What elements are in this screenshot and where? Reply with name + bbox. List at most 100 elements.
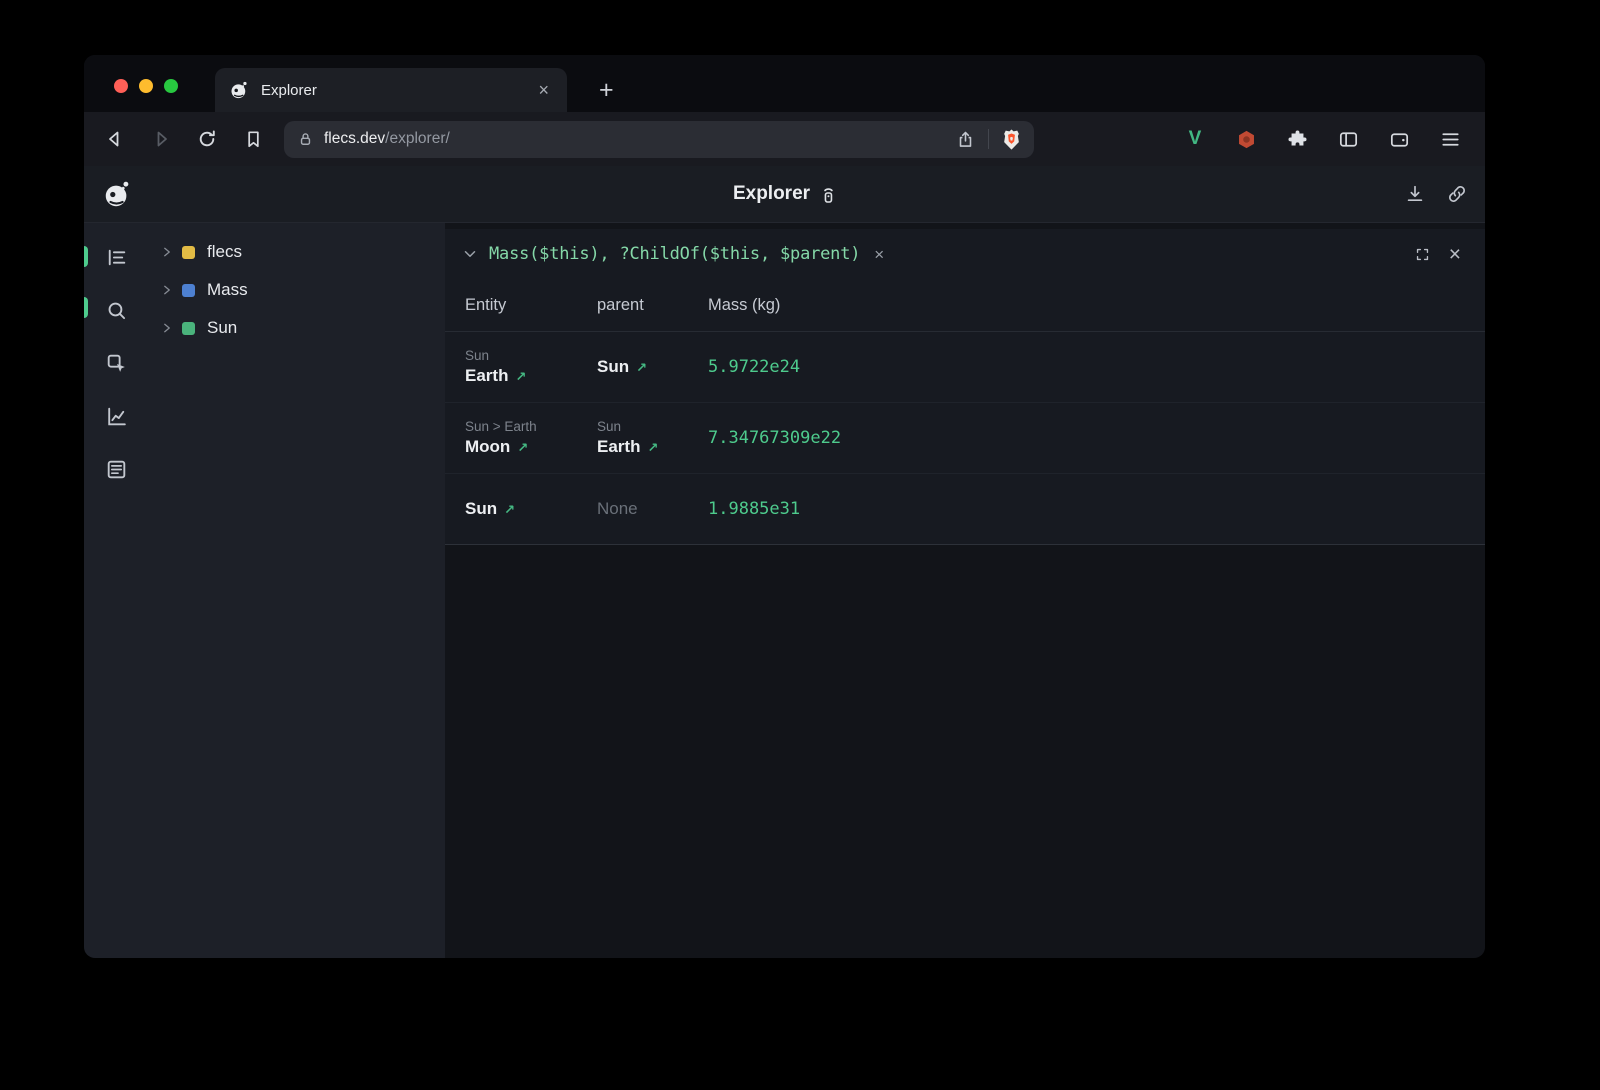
brave-shield-icon [1001, 128, 1022, 151]
entity-cell: Sun > Earth Moon↗ [465, 403, 597, 473]
lock-icon [296, 130, 315, 149]
window-controls [114, 79, 178, 93]
tab-strip: Explorer × + [84, 55, 1485, 112]
column-header-mass: Mass (kg) [708, 296, 1485, 315]
entity-name: Earth [465, 366, 508, 386]
zoom-window-button[interactable] [164, 79, 178, 93]
results-table-header: Entity parent Mass (kg) [445, 279, 1485, 332]
query-clear-button[interactable]: × [874, 246, 884, 263]
active-panel-indicator-tree [84, 246, 88, 267]
log-panel-button[interactable] [102, 455, 130, 483]
tree-panel-button[interactable] [102, 243, 130, 271]
external-arrow-icon: ↗ [636, 360, 647, 376]
chevron-down-icon[interactable] [461, 245, 479, 263]
entity-cell: Sun↗ [465, 474, 597, 544]
back-button[interactable] [98, 122, 132, 156]
entity-link[interactable]: Moon↗ [465, 437, 587, 457]
entity-cell: Sun Earth ↗ [465, 332, 597, 402]
tree-panel-icon [104, 245, 129, 270]
column-header-parent: parent [597, 296, 708, 315]
minimize-window-button[interactable] [139, 79, 153, 93]
url-path: /explorer/ [385, 130, 450, 147]
new-tab-button[interactable]: + [591, 68, 622, 112]
parent-none: None [597, 499, 698, 519]
forward-button[interactable] [144, 122, 178, 156]
explorer-header: Explorer [84, 166, 1485, 223]
flecs-favicon [229, 80, 249, 100]
share-button[interactable] [955, 129, 976, 150]
tab-explorer[interactable]: Explorer × [215, 68, 567, 112]
stats-panel-button[interactable] [102, 402, 130, 430]
close-window-button[interactable] [114, 79, 128, 93]
tree-item-flecs[interactable]: flecs [148, 233, 445, 271]
url-text: flecs.dev/explorer/ [324, 130, 450, 148]
tree-item-label: flecs [207, 242, 242, 262]
chevron-right-icon[interactable] [161, 322, 173, 334]
entity-link[interactable]: Sun↗ [465, 499, 587, 519]
flecs-logo [102, 179, 132, 209]
site-security-button[interactable] [296, 130, 315, 149]
query-card: Mass($this), ?ChildOf($this, $parent) × … [445, 229, 1485, 545]
forward-icon [149, 127, 173, 151]
entity-name: Moon [465, 437, 510, 457]
reload-button[interactable] [190, 122, 224, 156]
download-button[interactable] [1401, 180, 1429, 208]
tree-item-label: Sun [207, 318, 237, 338]
active-panel-indicator-query [84, 297, 88, 318]
menu-button[interactable] [1437, 126, 1463, 152]
tab-title: Explorer [261, 82, 317, 99]
browser-window: Explorer × + [84, 55, 1485, 958]
tab-close-button[interactable]: × [534, 79, 553, 101]
entity-link[interactable]: Earth ↗ [465, 366, 587, 386]
flecs-logo-button[interactable] [102, 179, 132, 209]
parent-link[interactable]: Sun ↗ [597, 357, 698, 377]
query-panel-button[interactable] [102, 296, 130, 324]
chevron-right-icon[interactable] [161, 284, 173, 296]
parent-cell: Sun Earth↗ [597, 403, 708, 473]
hex-extension-button[interactable] [1233, 126, 1259, 152]
table-row: Sun↗ None 1.9885e31 [445, 474, 1485, 544]
entity-tree-panel: flecs Mass Sun [148, 223, 445, 958]
fullscreen-button[interactable] [1414, 246, 1431, 263]
vue-devtools-extension-button[interactable]: V [1182, 126, 1208, 152]
address-bar[interactable]: flecs.dev/explorer/ [284, 121, 1034, 158]
parent-name: None [597, 499, 638, 519]
table-row: Sun Earth ↗ Sun ↗ 5.9722e24 [445, 332, 1485, 403]
parent-link[interactable]: Earth↗ [597, 437, 698, 457]
entity-color-swatch [182, 284, 195, 297]
bookmark-button[interactable] [236, 122, 270, 156]
sidebar-toggle-button[interactable] [1335, 126, 1361, 152]
download-icon [1404, 183, 1426, 205]
link-icon [1446, 183, 1468, 205]
page-title: Explorer [733, 183, 810, 205]
sidebar-toggle-icon [1337, 128, 1360, 151]
parent-name: Sun [597, 357, 629, 377]
tree-item-mass[interactable]: Mass [148, 271, 445, 309]
column-header-entity: Entity [465, 296, 597, 315]
entity-inspector-icon [820, 184, 836, 204]
entity-parent-path: Sun [465, 348, 587, 363]
parent-name: Earth [597, 437, 640, 457]
external-arrow-icon: ↗ [504, 502, 515, 518]
query-close-button[interactable]: × [1449, 244, 1461, 265]
extensions-button[interactable] [1284, 126, 1310, 152]
inspect-icon [104, 351, 129, 376]
external-arrow-icon: ↗ [515, 369, 526, 385]
mass-value: 7.34767309e22 [708, 403, 1485, 473]
query-input[interactable]: Mass($this), ?ChildOf($this, $parent) [489, 244, 860, 264]
brave-shields-button[interactable] [1001, 128, 1022, 151]
tree-item-sun[interactable]: Sun [148, 309, 445, 347]
mass-value: 5.9722e24 [708, 332, 1485, 402]
inspect-panel-button[interactable] [102, 349, 130, 377]
vue-devtools-icon: V [1189, 128, 1202, 150]
copy-link-button[interactable] [1443, 180, 1471, 208]
chevron-right-icon[interactable] [161, 246, 173, 258]
parent-path: Sun [597, 419, 698, 434]
url-domain: flecs.dev [324, 130, 385, 147]
entity-parent-path: Sun > Earth [465, 419, 587, 434]
wallet-button[interactable] [1386, 126, 1412, 152]
page-title-group: Explorer [733, 183, 836, 205]
reload-icon [195, 127, 219, 151]
query-bar: Mass($this), ?ChildOf($this, $parent) × … [445, 229, 1485, 279]
url-divider [988, 129, 989, 149]
